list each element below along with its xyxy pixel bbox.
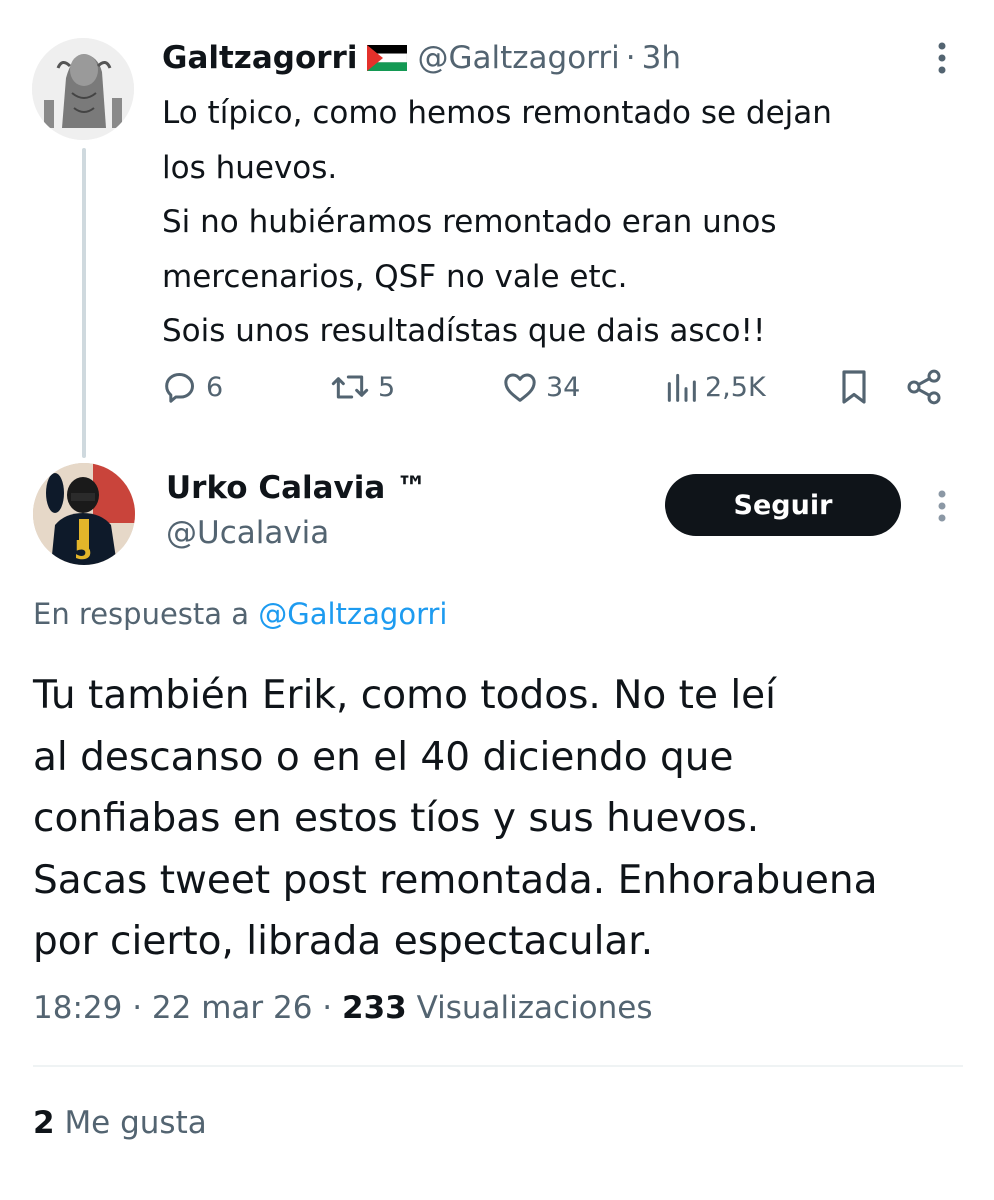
reply-author-handle[interactable]: @Ucalavia <box>166 515 329 551</box>
retweet-button[interactable]: 5 <box>328 362 395 412</box>
retweet-icon <box>331 375 369 399</box>
views-chart-icon <box>667 373 696 402</box>
tweet-text-line: Sacas tweet post remontada. Enhorabuena <box>33 857 878 903</box>
author-name[interactable]: Galtzagorri <box>162 40 357 76</box>
heart-icon <box>504 373 536 402</box>
tweet-action-bar: 6 5 34 2,5K <box>160 362 960 412</box>
separator: · <box>625 40 636 76</box>
avatar-galtzagorri[interactable] <box>32 38 134 140</box>
svg-text:5: 5 <box>74 536 92 565</box>
follow-button[interactable]: Seguir <box>665 474 901 536</box>
tweet-text-line: Sois unos resultadístas que dais asco!! <box>162 313 766 349</box>
author-handle[interactable]: @Galtzagorri <box>417 40 619 76</box>
thread-connector-line <box>82 148 86 458</box>
tweet-text-line: al descanso o en el 40 diciendo que <box>33 734 734 780</box>
more-options-icon[interactable] <box>930 40 954 80</box>
avatar-ucalavia[interactable]: 5 <box>33 463 135 565</box>
reply-button[interactable]: 6 <box>160 362 223 412</box>
share-button[interactable] <box>904 362 944 412</box>
tweet-timestamp[interactable]: 18:29 · 22 mar 26 · <box>33 990 332 1026</box>
tweet-text-line: los huevos. <box>162 149 338 186</box>
views-button[interactable]: 2,5K <box>663 362 766 412</box>
reply-tweet-text: Tu también Erik, como todos. No te leí a… <box>33 665 973 973</box>
tweet-text-line: Si no hubiéramos remontado eran unos <box>162 204 777 240</box>
tweet-text-line: Lo típico, como hemos remontado se dejan <box>162 95 832 131</box>
tweet-text-line: por cierto, librada espectacular. <box>33 919 654 964</box>
tweet-metadata: 18:29 · 22 mar 26 · 233 Visualizaciones <box>33 990 653 1026</box>
replying-to-line: En respuesta a @Galtzagorri <box>33 597 447 631</box>
likes-label: Me gusta <box>64 1105 207 1141</box>
reply-count: 6 <box>206 371 224 403</box>
tweet-time[interactable]: 3h <box>642 40 681 76</box>
divider <box>33 1065 963 1067</box>
reply-author-name[interactable]: Urko Calavia ™ <box>166 470 427 506</box>
tweet-text-line: mercenarios, QSF no vale etc. <box>162 258 628 295</box>
replying-to-handle-link[interactable]: @Galtzagorri <box>258 597 447 631</box>
more-options-icon[interactable] <box>930 488 954 528</box>
reply-icon <box>165 373 194 403</box>
like-button[interactable]: 34 <box>500 362 580 412</box>
bookmark-icon <box>842 370 866 404</box>
tweet-text-line: Tu también Erik, como todos. No te leí <box>33 673 776 718</box>
views-count: 2,5K <box>705 371 766 403</box>
share-icon <box>907 369 941 405</box>
palestine-flag-icon <box>367 45 408 71</box>
views-label: Visualizaciones <box>416 990 653 1026</box>
bookmark-button[interactable] <box>836 362 872 412</box>
tweet-text-line: confiabas en estos tíos y sus huevos. <box>33 796 760 841</box>
likes-summary[interactable]: 2 Me gusta <box>33 1105 207 1141</box>
parent-tweet-text: Lo típico, como hemos remontado se dejan… <box>162 86 962 359</box>
replying-to-label: En respuesta a <box>33 597 250 631</box>
retweet-count: 5 <box>378 371 396 403</box>
likes-count: 2 <box>33 1105 55 1141</box>
parent-tweet-header: Galtzagorri @Galtzagorri · 3h <box>162 36 681 80</box>
like-count: 34 <box>546 371 581 403</box>
views-count: 233 <box>342 990 407 1026</box>
